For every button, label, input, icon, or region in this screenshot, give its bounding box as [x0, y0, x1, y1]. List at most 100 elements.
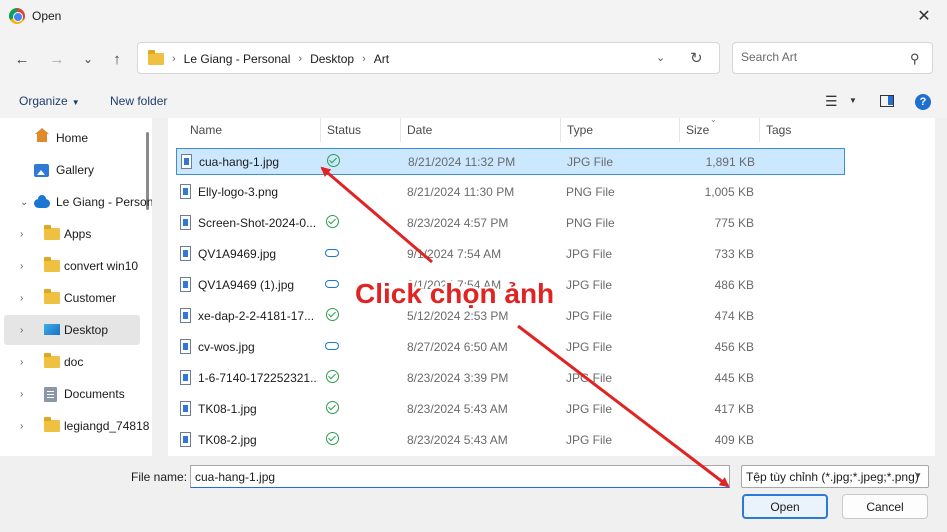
file-row[interactable]: Elly-logo-3.png 8/21/2024 11:30 PM PNG Fil…	[176, 179, 845, 206]
sidebar-item-desktop[interactable]: › Desktop	[4, 315, 140, 345]
file-row[interactable]: TK08-2.jpg 8/23/2024 5:43 AM JPG File 409 K…	[176, 427, 845, 454]
chevron-right-icon[interactable]: ›	[20, 229, 23, 240]
help-icon[interactable]: ?	[915, 94, 931, 110]
sidebar-item-le-giang-personal[interactable]: ⌄ Le Giang - Personal	[0, 187, 152, 217]
folder-icon	[44, 289, 60, 307]
file-type-select[interactable]: Tệp tùy chỉnh (*.jpg;*.jpeg;*.png) ▼	[741, 465, 929, 488]
sidebar-item-label: doc	[64, 355, 84, 369]
chevron-right-icon[interactable]: ›	[20, 357, 23, 368]
file-date: 9/1/2024 7:54 AM	[407, 247, 502, 261]
file-row[interactable]: 1-6-7140-172252321... 8/23/2024 3:39 PM JP…	[176, 365, 845, 392]
sidebar-item-label: Desktop	[64, 323, 109, 337]
file-type: JPG File	[566, 340, 613, 354]
chevron-right-icon[interactable]: ›	[20, 389, 23, 400]
image-file-icon	[180, 370, 191, 385]
file-name: cv-wos.jpg	[198, 340, 255, 354]
file-size: 456 KB	[714, 340, 754, 354]
file-row[interactable]: TK08-1.jpg 8/23/2024 5:43 AM JPG File 417 K…	[176, 396, 845, 423]
image-file-icon	[180, 246, 191, 261]
sidebar-item-home[interactable]: Home	[0, 123, 140, 153]
file-type: PNG File	[566, 185, 615, 199]
new-folder-button[interactable]: New folder	[110, 94, 167, 108]
cloud-only-icon	[325, 342, 339, 350]
breadcrumb: › Le Giang - Personal › Desktop › Art	[172, 52, 389, 66]
file-date: 8/23/2024 5:43 AM	[407, 402, 508, 416]
address-dropdown-button[interactable]: ⌄	[656, 51, 665, 64]
file-type-value: Tệp tùy chỉnh (*.jpg;*.jpeg;*.png)	[746, 470, 919, 484]
file-row[interactable]: cua-hang-1.jpg 8/21/2024 11:32 PM JPG File…	[176, 148, 845, 175]
file-size: 486 KB	[714, 278, 754, 292]
sidebar-item-doc[interactable]: › doc	[0, 347, 140, 377]
sidebar-item-gallery[interactable]: Gallery	[0, 155, 140, 185]
file-date: 8/21/2024 11:32 PM	[408, 155, 516, 169]
file-type: PNG File	[566, 216, 615, 230]
folder-icon	[44, 417, 60, 435]
caret-down-icon: ▼	[71, 98, 80, 107]
file-type: JPG File	[566, 402, 613, 416]
column-date[interactable]: Date	[401, 118, 561, 142]
back-button[interactable]: ←	[11, 48, 33, 70]
breadcrumb-item[interactable]: Desktop	[310, 52, 354, 66]
chevron-right-icon[interactable]: ›	[20, 421, 23, 432]
sidebar-item-apps[interactable]: › Apps	[0, 219, 140, 249]
file-size: 775 KB	[714, 216, 754, 230]
column-status[interactable]: Status	[321, 118, 401, 142]
file-type: JPG File	[566, 247, 613, 261]
chevron-right-icon[interactable]: ›	[20, 293, 23, 304]
file-size: 417 KB	[714, 402, 754, 416]
file-type: JPG File	[566, 309, 613, 323]
refresh-button[interactable]: ↻	[690, 49, 703, 67]
column-type[interactable]: Type	[561, 118, 680, 142]
sidebar-item-label: Documents	[64, 387, 125, 401]
view-options-icon[interactable]: ☰	[825, 93, 838, 110]
sidebar-item-documents[interactable]: › Documents	[0, 379, 140, 409]
file-row[interactable]: Screen-Shot-2024-0... 8/23/2024 4:57 PM PN…	[176, 210, 845, 237]
preview-pane-icon[interactable]	[880, 95, 894, 107]
chevron-right-icon[interactable]: ›	[20, 325, 23, 336]
file-date: 8/23/2024 5:43 AM	[407, 433, 508, 447]
close-button[interactable]: ✕	[901, 0, 947, 32]
column-name[interactable]: Name	[184, 118, 321, 142]
organize-label: Organize	[19, 94, 68, 108]
open-button[interactable]: Open	[742, 494, 828, 519]
breadcrumb-item[interactable]: Art	[374, 52, 389, 66]
sidebar-item-label: Gallery	[56, 163, 95, 177]
synced-check-icon	[326, 401, 339, 414]
caret-down-icon[interactable]: ▼	[849, 96, 857, 105]
up-button[interactable]: ↑	[106, 48, 128, 70]
cancel-button[interactable]: Cancel	[842, 494, 928, 519]
column-size[interactable]: Size ⌄	[680, 118, 760, 142]
file-row[interactable]: QV1A9469.jpg 9/1/2024 7:54 AM JPG File 733 …	[176, 241, 845, 268]
recent-locations-button[interactable]: ⌄	[77, 48, 99, 70]
file-type: JPG File	[566, 278, 613, 292]
sidebar-item-convert-win10[interactable]: › convert win10	[0, 251, 140, 281]
forward-button[interactable]: →	[46, 48, 68, 70]
file-date: 8/21/2024 11:30 PM	[407, 185, 515, 199]
sidebar-item-customer[interactable]: › Customer	[0, 283, 140, 313]
file-row[interactable]: cv-wos.jpg 8/27/2024 6:50 AM JPG File 456 K…	[176, 334, 845, 361]
synced-check-icon	[326, 215, 339, 228]
synced-check-icon	[326, 370, 339, 383]
file-size: 1,005 KB	[704, 185, 754, 199]
file-name-input[interactable]: cua-hang-1.jpg	[190, 465, 730, 488]
chevron-right-icon[interactable]: ›	[20, 261, 23, 272]
search-input[interactable]	[741, 50, 901, 64]
sidebar-item-label: Customer	[64, 291, 117, 305]
organize-menu-button[interactable]: Organize ▼	[19, 94, 80, 108]
sidebar-item-legiangd-74818[interactable]: › legiangd_74818	[0, 411, 149, 441]
chevron-down-icon[interactable]: ⌄	[20, 197, 28, 208]
synced-check-icon	[327, 154, 340, 167]
synced-check-icon	[326, 308, 339, 321]
address-bar[interactable]: › Le Giang - Personal › Desktop › Art ⌄ …	[137, 42, 720, 74]
column-tags[interactable]: Tags	[760, 118, 848, 142]
search-box: ⚲	[732, 42, 933, 74]
image-file-icon	[180, 432, 191, 447]
file-name: TK08-2.jpg	[198, 433, 257, 447]
breadcrumb-item[interactable]: Le Giang - Personal	[184, 52, 291, 66]
synced-check-icon	[326, 432, 339, 445]
chevron-right-icon: ›	[298, 53, 303, 65]
file-date: 5/12/2024 2:53 PM	[407, 309, 509, 323]
folder-icon	[44, 353, 60, 371]
search-icon[interactable]: ⚲	[910, 51, 920, 67]
annotation-text: Click chọn ảnh	[355, 278, 555, 309]
